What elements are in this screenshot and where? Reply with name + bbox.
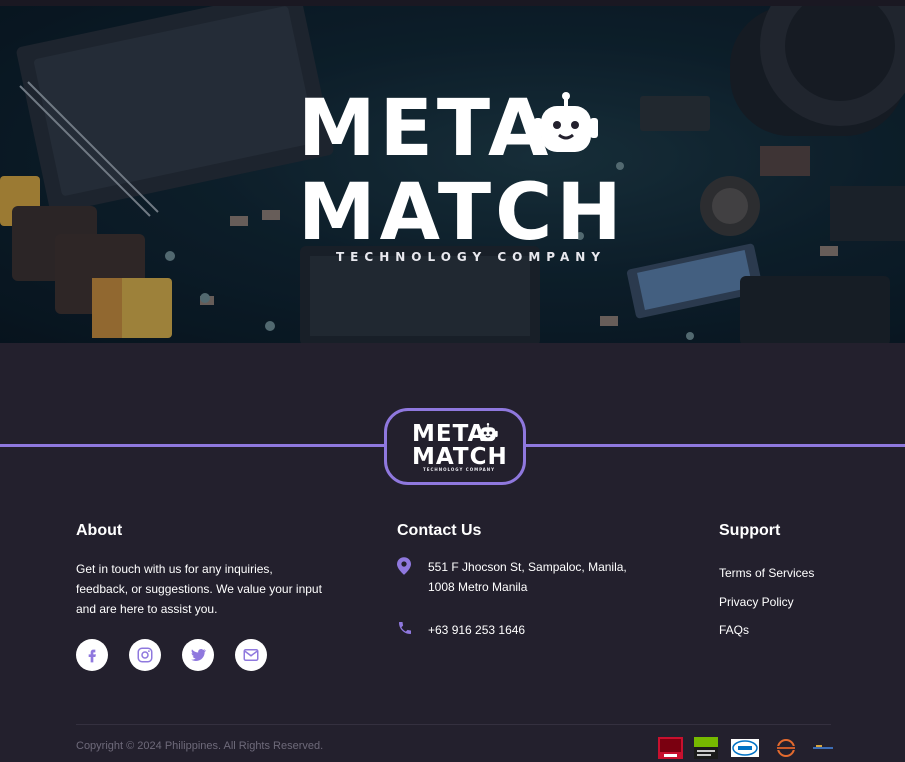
- badge-tagline: TECHNOLOGY COMPANY: [423, 467, 496, 472]
- support-heading: Support: [719, 522, 781, 539]
- email-link[interactable]: [235, 639, 267, 671]
- logo-word-match: MATCH: [298, 168, 626, 258]
- about-heading: About: [76, 522, 123, 539]
- footer-divider: [76, 724, 831, 725]
- radeon-logo: [658, 737, 683, 759]
- facebook-link[interactable]: [76, 639, 108, 671]
- ryzen-logo: [775, 739, 797, 757]
- logo-tagline: TECHNOLOGY COMPANY: [336, 250, 607, 264]
- contact-heading: Contact Us: [397, 522, 482, 539]
- hero-banner: META MATCH TECHNOLOGY COMPANY: [0, 6, 905, 343]
- privacy-policy-link[interactable]: Privacy Policy: [719, 595, 794, 609]
- twitter-link[interactable]: [182, 639, 214, 671]
- address-text: 551 F Jhocson St, Sampaloc, Manila, 1008…: [428, 560, 627, 594]
- contact-phone: +63 916 253 1646: [397, 620, 638, 641]
- nvidia-geforce-logo: [694, 737, 718, 759]
- phone-text: +63 916 253 1646: [428, 623, 526, 637]
- copyright-text: Copyright © 2024 Philippines. All Rights…: [76, 740, 324, 752]
- footer-logo-badge: META MATCH TECHNOLOGY COMPANY: [384, 408, 526, 485]
- hero-logo: META MATCH TECHNOLOGY COMPANY: [298, 84, 622, 270]
- twitter-icon: [191, 648, 207, 661]
- terms-of-services-link[interactable]: Terms of Services: [719, 566, 814, 580]
- instagram-icon: [137, 647, 153, 663]
- intel-logo: [731, 739, 759, 757]
- phone-icon: [399, 622, 411, 634]
- instagram-link[interactable]: [129, 639, 161, 671]
- badge-word-match: MATCH: [412, 444, 508, 470]
- badge-word-meta: META: [412, 421, 487, 447]
- about-description: Get in touch with us for any inquiries, …: [76, 562, 322, 616]
- location-pin-icon: [397, 557, 411, 575]
- faqs-link[interactable]: FAQs: [719, 623, 749, 637]
- amd-logo: [813, 745, 833, 749]
- robot-icon: [534, 92, 598, 152]
- social-links: [76, 639, 267, 671]
- logo-word-meta: META: [298, 84, 553, 174]
- robot-icon: [478, 423, 498, 442]
- contact-address: 551 F Jhocson St, Sampaloc, Manila, 1008…: [397, 557, 638, 597]
- facebook-icon: [88, 649, 96, 663]
- email-icon: [243, 649, 259, 661]
